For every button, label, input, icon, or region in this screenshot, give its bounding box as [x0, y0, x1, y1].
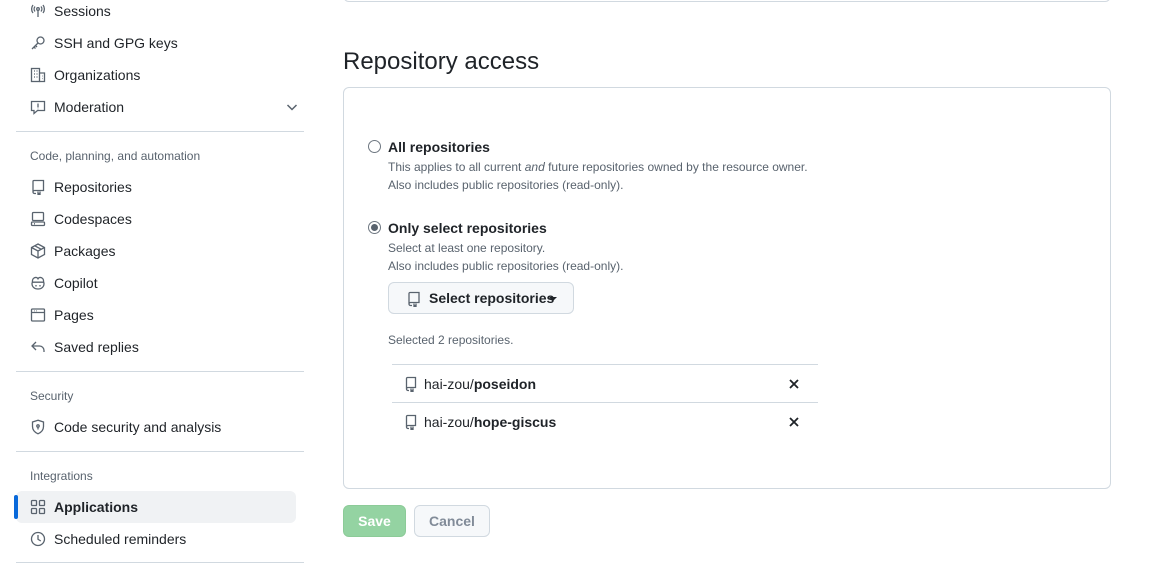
repo-icon	[407, 291, 421, 308]
key-icon	[30, 35, 46, 51]
apps-icon	[30, 499, 46, 515]
broadcast-icon	[30, 3, 46, 19]
sidebar-item-copilot[interactable]: Copilot	[16, 267, 296, 299]
sidebar-item-scheduled-reminders[interactable]: Scheduled reminders	[16, 523, 296, 555]
codespaces-icon	[30, 211, 46, 227]
repo-icon	[405, 376, 417, 393]
sidebar-item-organizations[interactable]: Organizations	[16, 59, 296, 91]
reply-icon	[30, 339, 46, 355]
option-note: Also includes public repositories (read-…	[388, 178, 624, 192]
sidebar-group-heading: Integrations	[30, 469, 93, 483]
sidebar-item-label: Codespaces	[54, 211, 132, 227]
sidebar-item-label: Sessions	[54, 3, 111, 19]
repo-full-name: hai-zou/hope-giscus	[424, 414, 557, 430]
caret-down-icon	[549, 297, 557, 301]
only-select-repositories-radio[interactable]	[368, 221, 381, 234]
sidebar-item-label: Organizations	[54, 67, 141, 83]
sidebar-divider	[16, 451, 304, 452]
report-icon	[30, 99, 46, 115]
sidebar-divider	[16, 131, 304, 132]
sidebar-item-packages[interactable]: Packages	[16, 235, 296, 267]
clock-icon	[30, 531, 46, 547]
option-title: All repositories	[388, 139, 490, 155]
copilot-icon	[30, 275, 46, 291]
repo-icon	[30, 179, 46, 195]
selected-repo-row: hai-zou/hope-giscus	[392, 402, 818, 440]
option-note: This applies to all current and future r…	[388, 160, 808, 174]
all-repositories-radio[interactable]	[368, 140, 381, 153]
sidebar-item-repositories[interactable]: Repositories	[16, 171, 296, 203]
sidebar-item-code-security[interactable]: Code security and analysis	[16, 411, 296, 443]
sidebar-item-sessions[interactable]: Sessions	[16, 0, 296, 27]
chevron-down-icon[interactable]	[284, 99, 300, 115]
sidebar-item-applications[interactable]: Applications	[14, 491, 296, 523]
package-icon	[30, 243, 46, 259]
selected-repo-row: hai-zou/poseidon	[392, 364, 818, 402]
sidebar-item-label: SSH and GPG keys	[54, 35, 178, 51]
selected-count: Selected 2 repositories.	[388, 333, 514, 347]
sidebar-item-codespaces[interactable]: Codespaces	[16, 203, 296, 235]
previous-section-box	[343, 0, 1111, 2]
sidebar-item-label: Packages	[54, 243, 116, 259]
sidebar-item-moderation[interactable]: Moderation	[16, 91, 298, 123]
sidebar-group-heading: Security	[30, 389, 74, 403]
sidebar-divider	[16, 562, 304, 563]
organization-icon	[30, 67, 46, 83]
sidebar-item-label: Applications	[54, 499, 139, 515]
shield-lock-icon	[30, 419, 46, 435]
repo-icon	[405, 414, 417, 431]
save-button[interactable]: Save	[343, 505, 406, 537]
active-indicator	[14, 495, 18, 519]
browser-icon	[30, 307, 46, 323]
cancel-button[interactable]: Cancel	[414, 505, 490, 537]
sidebar-item-label: Pages	[54, 307, 94, 323]
sidebar-item-label: Moderation	[54, 99, 125, 115]
repo-full-name: hai-zou/poseidon	[424, 376, 537, 392]
select-repositories-button[interactable]: Select repositories	[388, 282, 574, 314]
sidebar-item-label: Copilot	[54, 275, 98, 291]
sidebar-item-ssh-gpg-keys[interactable]: SSH and GPG keys	[16, 27, 296, 59]
sidebar-group-heading: Code, planning, and automation	[30, 149, 201, 163]
section-heading: Repository access	[343, 48, 540, 75]
sidebar-item-saved-replies[interactable]: Saved replies	[16, 331, 296, 363]
option-title: Only select repositories	[388, 220, 547, 236]
sidebar-item-label: Code security and analysis	[54, 419, 222, 435]
sidebar-divider	[16, 371, 304, 372]
option-note: Also includes public repositories (read-…	[388, 259, 624, 273]
select-repositories-label: Select repositories	[429, 290, 555, 306]
sidebar-item-pages[interactable]: Pages	[16, 299, 296, 331]
remove-repo-icon[interactable]	[788, 377, 800, 389]
sidebar-item-label: Scheduled reminders	[54, 531, 187, 547]
remove-repo-icon[interactable]	[788, 415, 800, 427]
sidebar-item-label: Saved replies	[54, 339, 139, 355]
sidebar-item-label: Repositories	[54, 179, 132, 195]
option-note: Select at least one repository.	[388, 241, 546, 255]
